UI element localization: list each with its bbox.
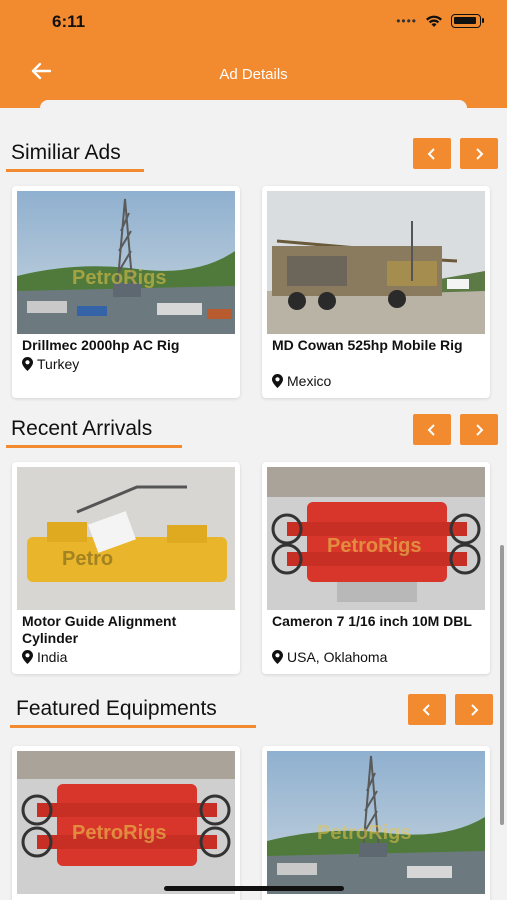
chevron-left-icon [422,703,430,716]
card-location: USA, Oklahoma [272,649,387,665]
chevron-right-icon [471,703,479,716]
ad-card[interactable]: MD Cowan 525hp Mobile Rig Mexico [262,186,490,398]
scrollbar[interactable] [500,545,504,825]
location-text: Turkey [37,356,80,372]
section-title: Recent Arrivals [11,417,153,440]
wifi-icon [426,15,442,27]
location-pin-icon [272,374,283,388]
section-underline [6,445,182,448]
location-text: India [37,649,68,665]
page-title: Ad Details [219,66,288,83]
location-text: Mexico [287,373,332,389]
card-image: PetroRigs [17,191,235,334]
card-image: PetroRigs [267,467,485,610]
location-pin-icon [22,357,33,371]
status-bar: 6:11 •••• [0,0,507,44]
battery-icon [451,14,484,28]
location-pin-icon [22,650,33,664]
chevron-right-icon [476,147,484,160]
section-similar-ads: Similiar Ads PetroRigs Drillmec 2000hp A… [0,136,507,401]
svg-text:PetroRigs: PetroRigs [72,267,166,289]
chevron-left-icon [427,423,435,436]
location-pin-icon [272,650,283,664]
card-title: Motor Guide Alignment Cylinder [22,613,177,646]
section-underline [6,169,144,172]
card-title: MD Cowan 525hp Mobile Rig [272,337,463,353]
prev-button[interactable] [408,694,446,725]
status-time: 6:11 [52,12,86,31]
card-title: Cameron 7 1/16 inch 10M DBL [272,613,472,629]
ad-card[interactable]: PetroRigs [12,746,240,900]
signal-icon: •••• [396,14,417,28]
status-icons: •••• [396,14,484,28]
svg-text:PetroRigs: PetroRigs [327,535,421,557]
ad-card[interactable]: PetroRigs Drillmec 2000hp AC Rig Turkey [12,186,240,398]
card-image [267,191,485,334]
prev-button[interactable] [413,138,451,169]
card-location: Turkey [22,356,79,372]
card-location: Mexico [272,373,331,389]
prev-button[interactable] [413,414,451,445]
svg-text:PetroRigs: PetroRigs [72,822,166,844]
section-title: Similiar Ads [11,141,121,164]
svg-text:Petro: Petro [62,548,113,570]
card-image: PetroRigs [17,751,235,894]
ad-card[interactable]: PetroRigs Cameron 7 1/16 inch 10M DBL US… [262,462,490,674]
location-text: USA, Oklahoma [287,649,388,665]
home-indicator [164,886,344,891]
svg-text:PetroRigs: PetroRigs [317,822,411,844]
card-image: Petro [17,467,235,610]
card-title: Drillmec 2000hp AC Rig [22,337,180,353]
section-title: Featured Equipments [16,697,217,720]
next-button[interactable] [460,138,498,169]
chevron-left-icon [427,147,435,160]
section-underline [10,725,256,728]
next-button[interactable] [455,694,493,725]
ad-card[interactable]: Petro Motor Guide Alignment Cylinder Ind… [12,462,240,674]
card-location: India [22,649,67,665]
card-image: PetroRigs [267,751,485,894]
section-featured-equipments: Featured Equipments PetroRigs PetroRigs [0,692,507,900]
section-recent-arrivals: Recent Arrivals Petro Motor Guide Alignm… [0,412,507,677]
ad-card[interactable]: PetroRigs [262,746,490,900]
chevron-right-icon [476,423,484,436]
next-button[interactable] [460,414,498,445]
app-header: 6:11 •••• Ad Details [0,0,507,110]
content-top-edge [40,100,467,110]
